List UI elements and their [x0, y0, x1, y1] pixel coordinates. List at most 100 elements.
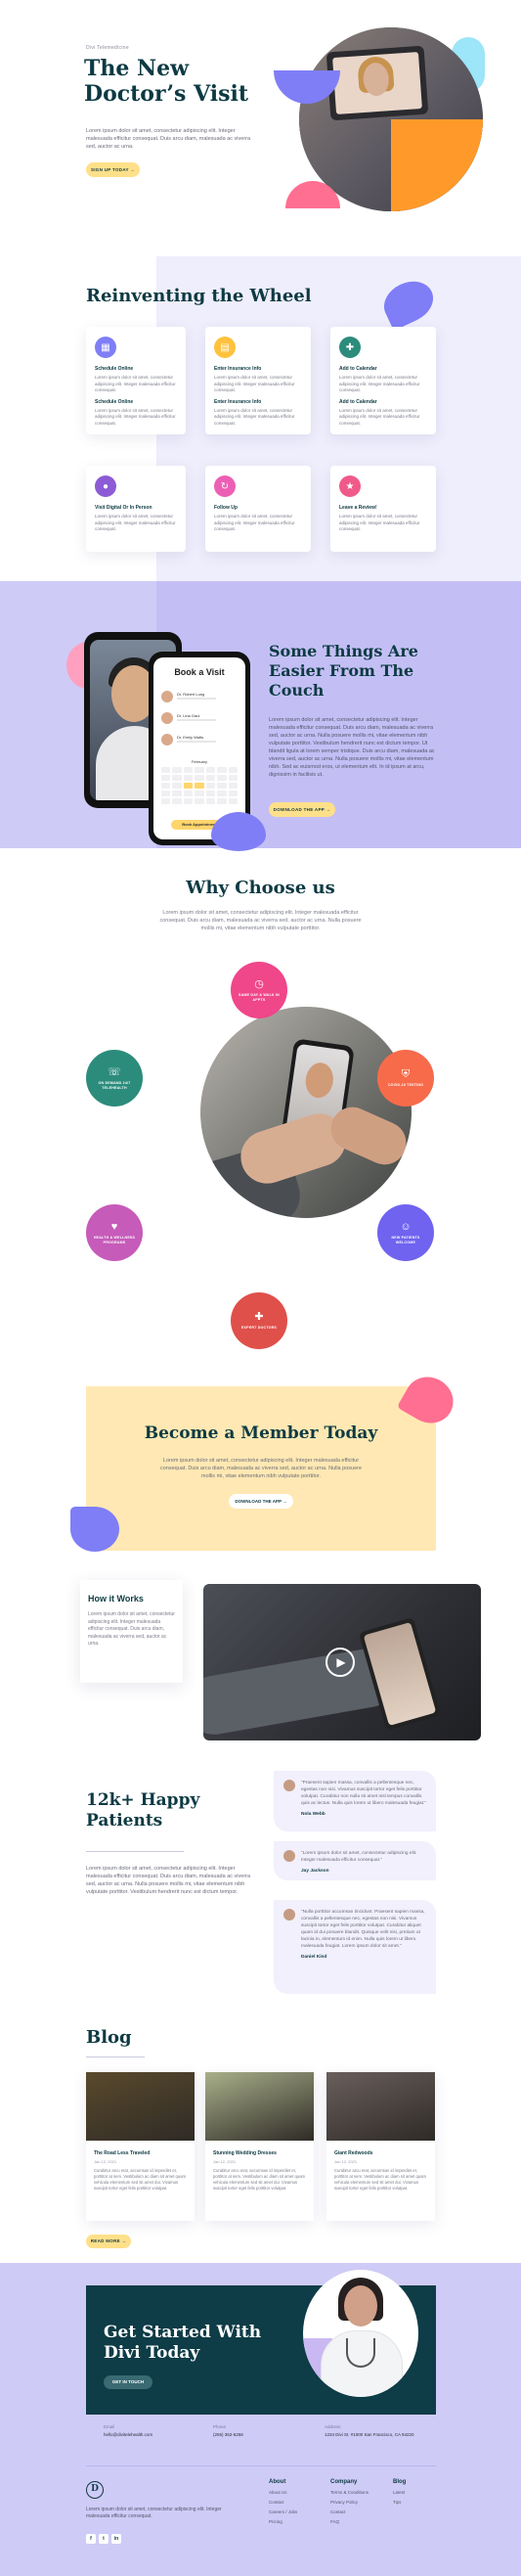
feature-card: ↻ Follow Up Lorem ipsum dolor sit amet, co… [205, 466, 311, 552]
feature-card-text: Lorem ipsum dolor sit amet, consectetur … [95, 514, 176, 531]
calendar-day[interactable] [172, 783, 182, 789]
feature-card-title: Enter Insurance Info [214, 366, 262, 372]
blog-post-image[interactable] [326, 2072, 435, 2141]
calendar-day[interactable] [161, 775, 171, 781]
download-app-button[interactable]: DOWNLOAD THE APP → [269, 802, 335, 817]
calendar-day[interactable] [205, 767, 216, 773]
doctor-row[interactable]: Dr. Lina Gaul [161, 710, 238, 726]
contact-address: Address 1234 Divi St. #1000 San Francisc… [325, 2424, 414, 2437]
doctor-row[interactable]: Dr. Emily Watts [161, 732, 238, 747]
calendar-day[interactable] [183, 798, 194, 804]
calendar-day[interactable] [195, 791, 204, 796]
calendar-day[interactable] [195, 775, 204, 781]
feature-card-text: Lorem ipsum dolor sit amet, consectetur … [214, 514, 295, 531]
avatar [283, 1909, 295, 1921]
calendar-day[interactable] [183, 791, 194, 796]
calendar-day[interactable] [172, 775, 182, 781]
calendar-day[interactable] [217, 798, 227, 804]
blog-post-excerpt: Curabitur arcu erat, accumsan id imperdi… [94, 2168, 187, 2191]
calendar-day[interactable] [161, 783, 171, 789]
calendar-day[interactable] [228, 775, 238, 781]
calendar-day[interactable] [195, 767, 204, 773]
twitter-icon[interactable]: t [99, 2534, 109, 2544]
blog-post-card[interactable]: The Road Less Traveled Jan 12, 2021 Curabi… [86, 2072, 195, 2221]
hero-kicker: Divi Telemedicine [86, 45, 129, 51]
calendar-day[interactable] [172, 798, 182, 804]
play-icon[interactable]: ▶ [326, 1648, 355, 1677]
footer-link[interactable]: Contact [330, 2509, 369, 2514]
contact-phone: Phone (255) 352-6258 [213, 2424, 243, 2437]
user-icon: ☺ [400, 1220, 412, 1233]
calendar-day[interactable] [228, 791, 238, 796]
calendar-day[interactable] [205, 798, 216, 804]
calendar-day[interactable] [217, 791, 227, 796]
why-lead: Lorem ipsum dolor sit amet, consectetur … [159, 910, 362, 931]
footer-link[interactable]: Careers / Jobs [269, 2509, 297, 2514]
calendar-day[interactable] [205, 775, 216, 781]
app-title: Book a Visit [174, 667, 225, 677]
facebook-icon[interactable]: f [86, 2534, 96, 2544]
blog-post-card[interactable]: Giant Redwoods Jan 12, 2021 Curabitur arcu… [326, 2072, 435, 2221]
footer-column: About About Us Contact Careers / Jobs Pricin… [269, 2479, 297, 2529]
calendar-day[interactable] [217, 783, 227, 789]
footer-text: Lorem ipsum dolor sit amet, consectetur … [86, 2507, 222, 2519]
blog-post-card[interactable]: Stunning Wedding Dresses Jan 12, 2021 Cura… [205, 2072, 314, 2221]
calendar-day[interactable] [205, 791, 216, 796]
decor-blob-purple [211, 812, 266, 851]
blog-post-image[interactable] [86, 2072, 195, 2141]
calendar-day[interactable] [172, 767, 182, 773]
doctor-row[interactable]: Dr. Robert Lung [161, 689, 238, 704]
calendar-day[interactable] [172, 791, 182, 796]
clipboard-icon: ▤ [214, 337, 236, 358]
review-icon: ★ [339, 475, 361, 497]
feature-card: ▤ Enter Insurance Info Lorem ipsum dolor s… [205, 327, 311, 434]
divi-logo[interactable]: D [86, 2481, 104, 2499]
linkedin-icon[interactable]: in [111, 2534, 121, 2544]
follow-up-icon: ↻ [214, 475, 236, 497]
how-it-works-card: How it Works Lorem ipsum dolor sit amet,… [80, 1580, 183, 1683]
read-more-button[interactable]: READ MORE → [86, 2235, 131, 2248]
footer-link[interactable]: Contact [269, 2500, 297, 2505]
get-in-touch-button[interactable]: GET IN TOUCH [104, 2375, 152, 2389]
calendar-day[interactable] [217, 767, 227, 773]
blog-post-title[interactable]: Giant Redwoods [334, 2150, 427, 2156]
calendar-add-icon: ✚ [339, 337, 361, 358]
footer-link[interactable]: FAQ [330, 2519, 369, 2524]
calendar-day[interactable] [195, 798, 204, 804]
footer-link[interactable]: Pricing [269, 2519, 297, 2524]
calendar-day[interactable] [195, 783, 204, 789]
testimonial-quote: “Praesent sapien massa, convallis a pell… [301, 1781, 426, 1806]
hero-image [299, 27, 483, 211]
testimonial-quote: “Nulla porttitor accumsan tincidunt. Pra… [301, 1910, 425, 1949]
calendar-day[interactable] [228, 783, 238, 789]
video-player[interactable]: ▶ [203, 1584, 481, 1740]
testimonial-author: Daniel Kind [301, 1955, 327, 1960]
calendar-day[interactable] [161, 791, 171, 796]
blog-section: Blog The Road Less Traveled Jan 12, 2021 C… [0, 2015, 521, 2250]
doctor-icon: ✚ [254, 1311, 264, 1323]
blog-post-title[interactable]: Stunning Wedding Dresses [213, 2150, 306, 2156]
calendar-day[interactable] [228, 767, 238, 773]
footer-link[interactable]: Latest [393, 2490, 406, 2495]
signup-button[interactable]: SIGN UP TODAY → [86, 162, 140, 177]
blog-post-image[interactable] [205, 2072, 314, 2141]
download-app-button[interactable]: DOWNLOAD THE APP → [229, 1494, 293, 1509]
calendar-day[interactable] [183, 783, 194, 789]
calendar-day[interactable] [228, 798, 238, 804]
calendar-day[interactable] [161, 798, 171, 804]
footer-link[interactable]: Tips [393, 2500, 406, 2505]
footer-link[interactable]: Terms & Conditions [330, 2490, 369, 2495]
footer-link[interactable]: Privacy Policy [330, 2500, 369, 2505]
feature-card-title: Add to Calendar [339, 366, 377, 372]
calendar-day[interactable] [183, 775, 194, 781]
feature-card-title: Add to Calendar [339, 398, 377, 405]
testimonial-quote: “Lorem ipsum dolor sit amet, consectetur… [301, 1851, 417, 1863]
calendar-day[interactable] [183, 767, 194, 773]
calendar[interactable]: February [161, 759, 238, 804]
blog-post-title[interactable]: The Road Less Traveled [94, 2150, 187, 2156]
footer-link[interactable]: About Us [269, 2490, 297, 2495]
calendar-day[interactable] [217, 775, 227, 781]
calendar-day[interactable] [205, 783, 216, 789]
calendar-day[interactable] [161, 767, 171, 773]
cta-title: Get Started With Divi Today [104, 2323, 262, 2363]
